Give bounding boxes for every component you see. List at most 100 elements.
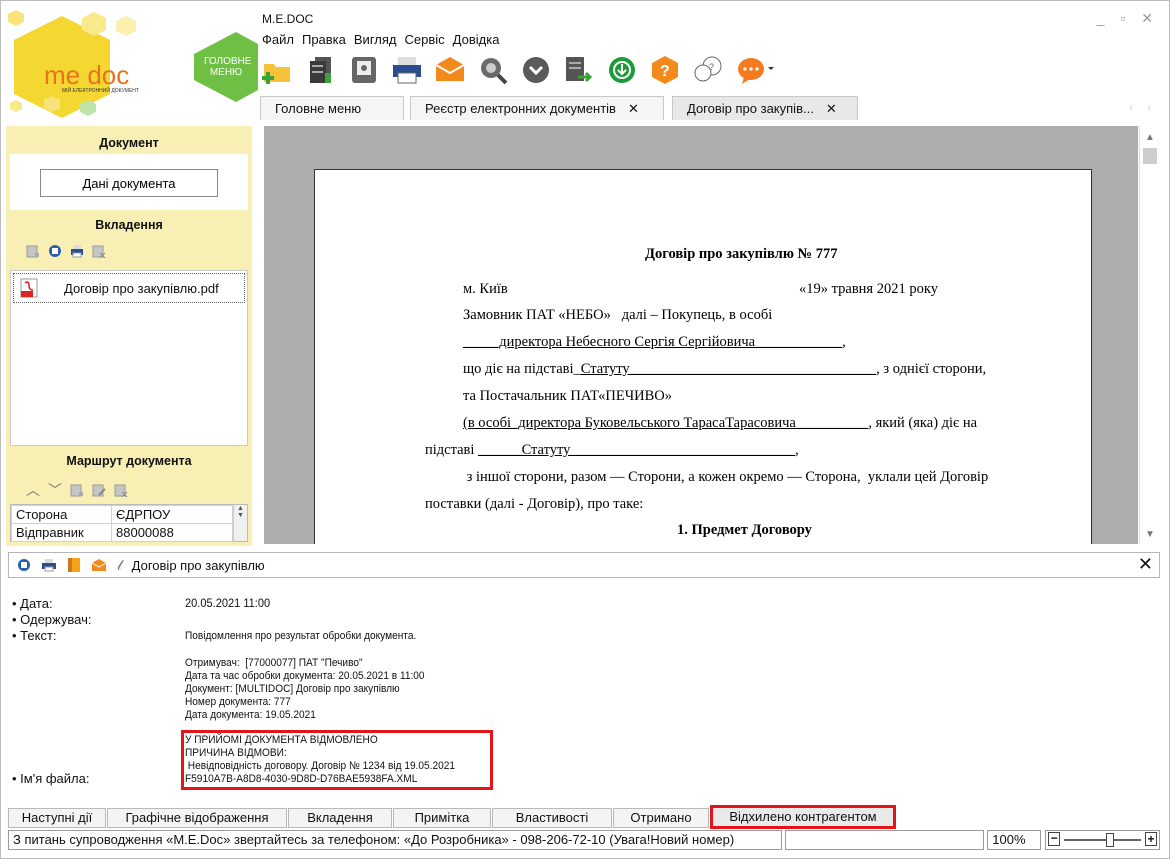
receipt-details: • Дата: • Одержувач: • Текст: • Ім'я фай… (8, 580, 1160, 800)
print-button[interactable] (391, 54, 423, 86)
window-title: M.E.DOC (262, 12, 314, 26)
save-button[interactable] (348, 54, 380, 86)
document-scrollbar[interactable]: ▲ ▼ (1139, 126, 1161, 544)
scroll-thumb[interactable] (1143, 148, 1157, 164)
close-icon[interactable]: ✕ (628, 101, 639, 117)
contract-line-3b: Статуту_________________________________… (580, 361, 877, 377)
contract-line-2-text: _____директора Небесного Сергія Сергійов… (463, 334, 843, 350)
chevron-up-icon[interactable]: ︿ (26, 480, 40, 500)
menu-view[interactable]: Вигляд (354, 32, 397, 47)
zoom-in-button[interactable]: + (1145, 832, 1157, 846)
contract-line-3c: , з однієї сторони, (876, 361, 987, 377)
pdf-file-icon (20, 278, 38, 298)
document-data-button[interactable]: Дані документа (40, 169, 218, 197)
menu-file[interactable]: Файл (262, 32, 294, 47)
folder-add-icon (262, 64, 290, 84)
save-icon (352, 57, 376, 83)
question-icon: ? (652, 56, 678, 84)
close-icon[interactable]: ✕ (826, 101, 837, 117)
export-button[interactable] (563, 54, 595, 86)
close-icon[interactable]: ✕ (1138, 554, 1153, 575)
menu-help[interactable]: Довідка (453, 32, 500, 47)
delete-attachment-icon[interactable] (92, 244, 106, 258)
add-attachment-icon[interactable] (26, 244, 40, 258)
col-edrpou-header[interactable]: ЄДРПОУ (111, 505, 233, 524)
chevron-down-icon[interactable]: ﹀ (48, 480, 62, 500)
date-label: • Дата: (12, 596, 53, 611)
tab-scroll-arrows[interactable]: ‹ › (1130, 102, 1157, 113)
contract-city: м. Київ (463, 281, 508, 297)
new-document-button[interactable] (262, 54, 294, 86)
zoom-slider[interactable]: − + (1045, 830, 1160, 850)
help-button[interactable]: ? (649, 54, 681, 86)
attachment-item[interactable]: Договір про закупівлю.pdf (13, 273, 245, 303)
delete-route-icon[interactable] (114, 483, 128, 497)
tab-graphic-view[interactable]: Графічне відображення (107, 808, 287, 828)
route-table-scrollbar[interactable]: ▲ ▼ (233, 505, 247, 541)
scroll-down-icon[interactable]: ▼ (1145, 529, 1155, 540)
tab-main-menu[interactable]: Головне меню (260, 96, 404, 120)
envelope-icon[interactable] (91, 558, 107, 572)
download-circle-icon (523, 57, 549, 83)
copy-button[interactable] (305, 54, 337, 86)
contract-line-3a: що діє на підставі_ (463, 361, 581, 377)
tab-rejected-by-counterparty[interactable]: Відхилено контрагентом (710, 805, 896, 829)
envelope-icon (435, 57, 465, 81)
print-icon[interactable] (41, 558, 57, 572)
search-icon (481, 58, 508, 85)
chat-button[interactable]: ? (692, 54, 724, 86)
contract-line-6a: підставі (425, 442, 479, 458)
route-table-header: Сторона ЄДРПОУ (11, 505, 233, 524)
attachment-toolbar (6, 238, 252, 264)
search-button[interactable] (477, 54, 509, 86)
tab-properties[interactable]: Властивості (492, 808, 612, 828)
send-button[interactable] (434, 54, 466, 86)
menu-edit[interactable]: Правка (302, 32, 346, 47)
tab-attachments[interactable]: Вкладення (288, 808, 392, 828)
book-icon[interactable] (67, 557, 81, 573)
document-viewer[interactable]: Договір про закупівлю № 777 м. Київ «19»… (264, 126, 1138, 544)
bottom-tabs: Наступні дії Графічне відображення Вклад… (8, 805, 1160, 829)
contract-line-5b: , який (яка) діє на (868, 415, 978, 431)
zoom-track[interactable] (1064, 839, 1141, 841)
document-tabs: Головне меню Реєстр електронних документ… (258, 96, 1163, 120)
tab-contract[interactable]: Договір про закупів... ✕ (672, 96, 858, 120)
main-toolbar: ? ? (262, 52, 775, 88)
contract-line-7: з іншої сторони, разом — Сторони, а коже… (463, 469, 989, 485)
status-message: З питань супроводження «M.E.Doc» звертай… (8, 830, 782, 850)
tab-registry[interactable]: Реєстр електронних документів ✕ (410, 96, 664, 120)
tab-note[interactable]: Примітка (393, 808, 491, 828)
svg-text:?: ? (660, 63, 670, 80)
update-icon (609, 57, 635, 83)
rejection-highlight (181, 730, 493, 790)
print-icon[interactable] (70, 244, 84, 258)
window-controls[interactable]: _ ▫ ✕ (1097, 10, 1159, 27)
contract-line-8: поставки (далі - Договір), про таке: (425, 496, 644, 512)
scroll-up-icon[interactable]: ▲ (1145, 132, 1155, 143)
filename-label: • Ім'я файла: (12, 771, 90, 786)
attachment-list: Договір про закупівлю.pdf (10, 270, 248, 446)
export-icon (566, 57, 593, 83)
home-menu-button[interactable]: ГОЛОВНЕ МЕНЮ (204, 56, 251, 78)
col-party-header[interactable]: Сторона (11, 505, 112, 524)
status-panel (784, 830, 985, 850)
zoom-thumb[interactable] (1106, 833, 1115, 847)
tab-received[interactable]: Отримано (613, 808, 709, 828)
contract-line-3: що діє на підставі_Статуту______________… (463, 361, 986, 378)
table-row[interactable]: Відправник 88000088 (11, 523, 233, 542)
paperclip-icon[interactable]: 𝓁 (117, 557, 122, 574)
sign-icon[interactable] (48, 244, 62, 258)
update-button[interactable] (606, 54, 638, 86)
edit-route-icon[interactable] (92, 483, 106, 497)
menu-bar: Файл Правка Вигляд Сервіс Довідка (262, 32, 499, 47)
document-details: Отримувач: [77000077] ПАТ "Печиво" Дата … (185, 657, 425, 721)
sign-icon[interactable] (17, 558, 31, 572)
zoom-out-button[interactable]: − (1048, 832, 1061, 846)
zoom-value: 100% (987, 830, 1042, 850)
comments-button[interactable] (735, 54, 775, 86)
section-1-heading: 1. Предмет Договору (677, 522, 812, 538)
menu-service[interactable]: Сервіс (405, 32, 445, 47)
add-route-icon[interactable] (70, 483, 84, 497)
receive-button[interactable] (520, 54, 552, 86)
tab-next-actions[interactable]: Наступні дії (8, 808, 106, 828)
